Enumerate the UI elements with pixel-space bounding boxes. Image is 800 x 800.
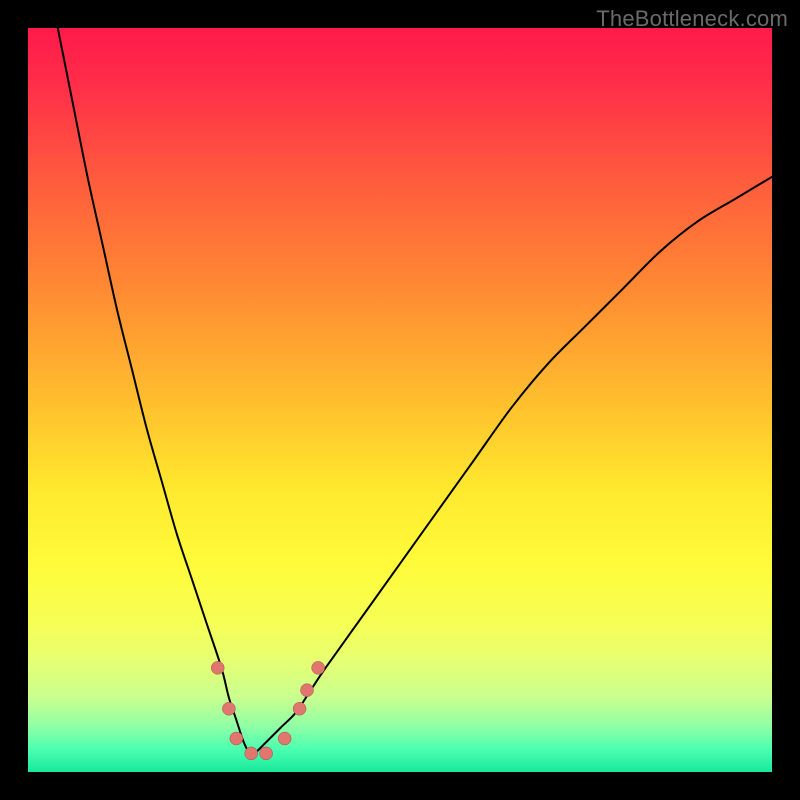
marker-dot xyxy=(293,702,306,715)
marker-dot xyxy=(245,747,258,760)
marker-dot xyxy=(301,684,314,697)
marker-dot xyxy=(278,732,291,745)
curve-right xyxy=(251,177,772,757)
data-markers xyxy=(211,661,324,760)
marker-dot xyxy=(211,661,224,674)
curve-svg xyxy=(28,28,772,772)
marker-dot xyxy=(230,732,243,745)
marker-dot xyxy=(222,702,235,715)
marker-dot xyxy=(260,747,273,760)
bottleneck-curve xyxy=(58,28,772,757)
curve-left xyxy=(58,28,251,757)
plot-area xyxy=(28,28,772,772)
watermark-text: TheBottleneck.com xyxy=(596,6,788,32)
chart-frame: TheBottleneck.com xyxy=(0,0,800,800)
marker-dot xyxy=(312,661,325,674)
